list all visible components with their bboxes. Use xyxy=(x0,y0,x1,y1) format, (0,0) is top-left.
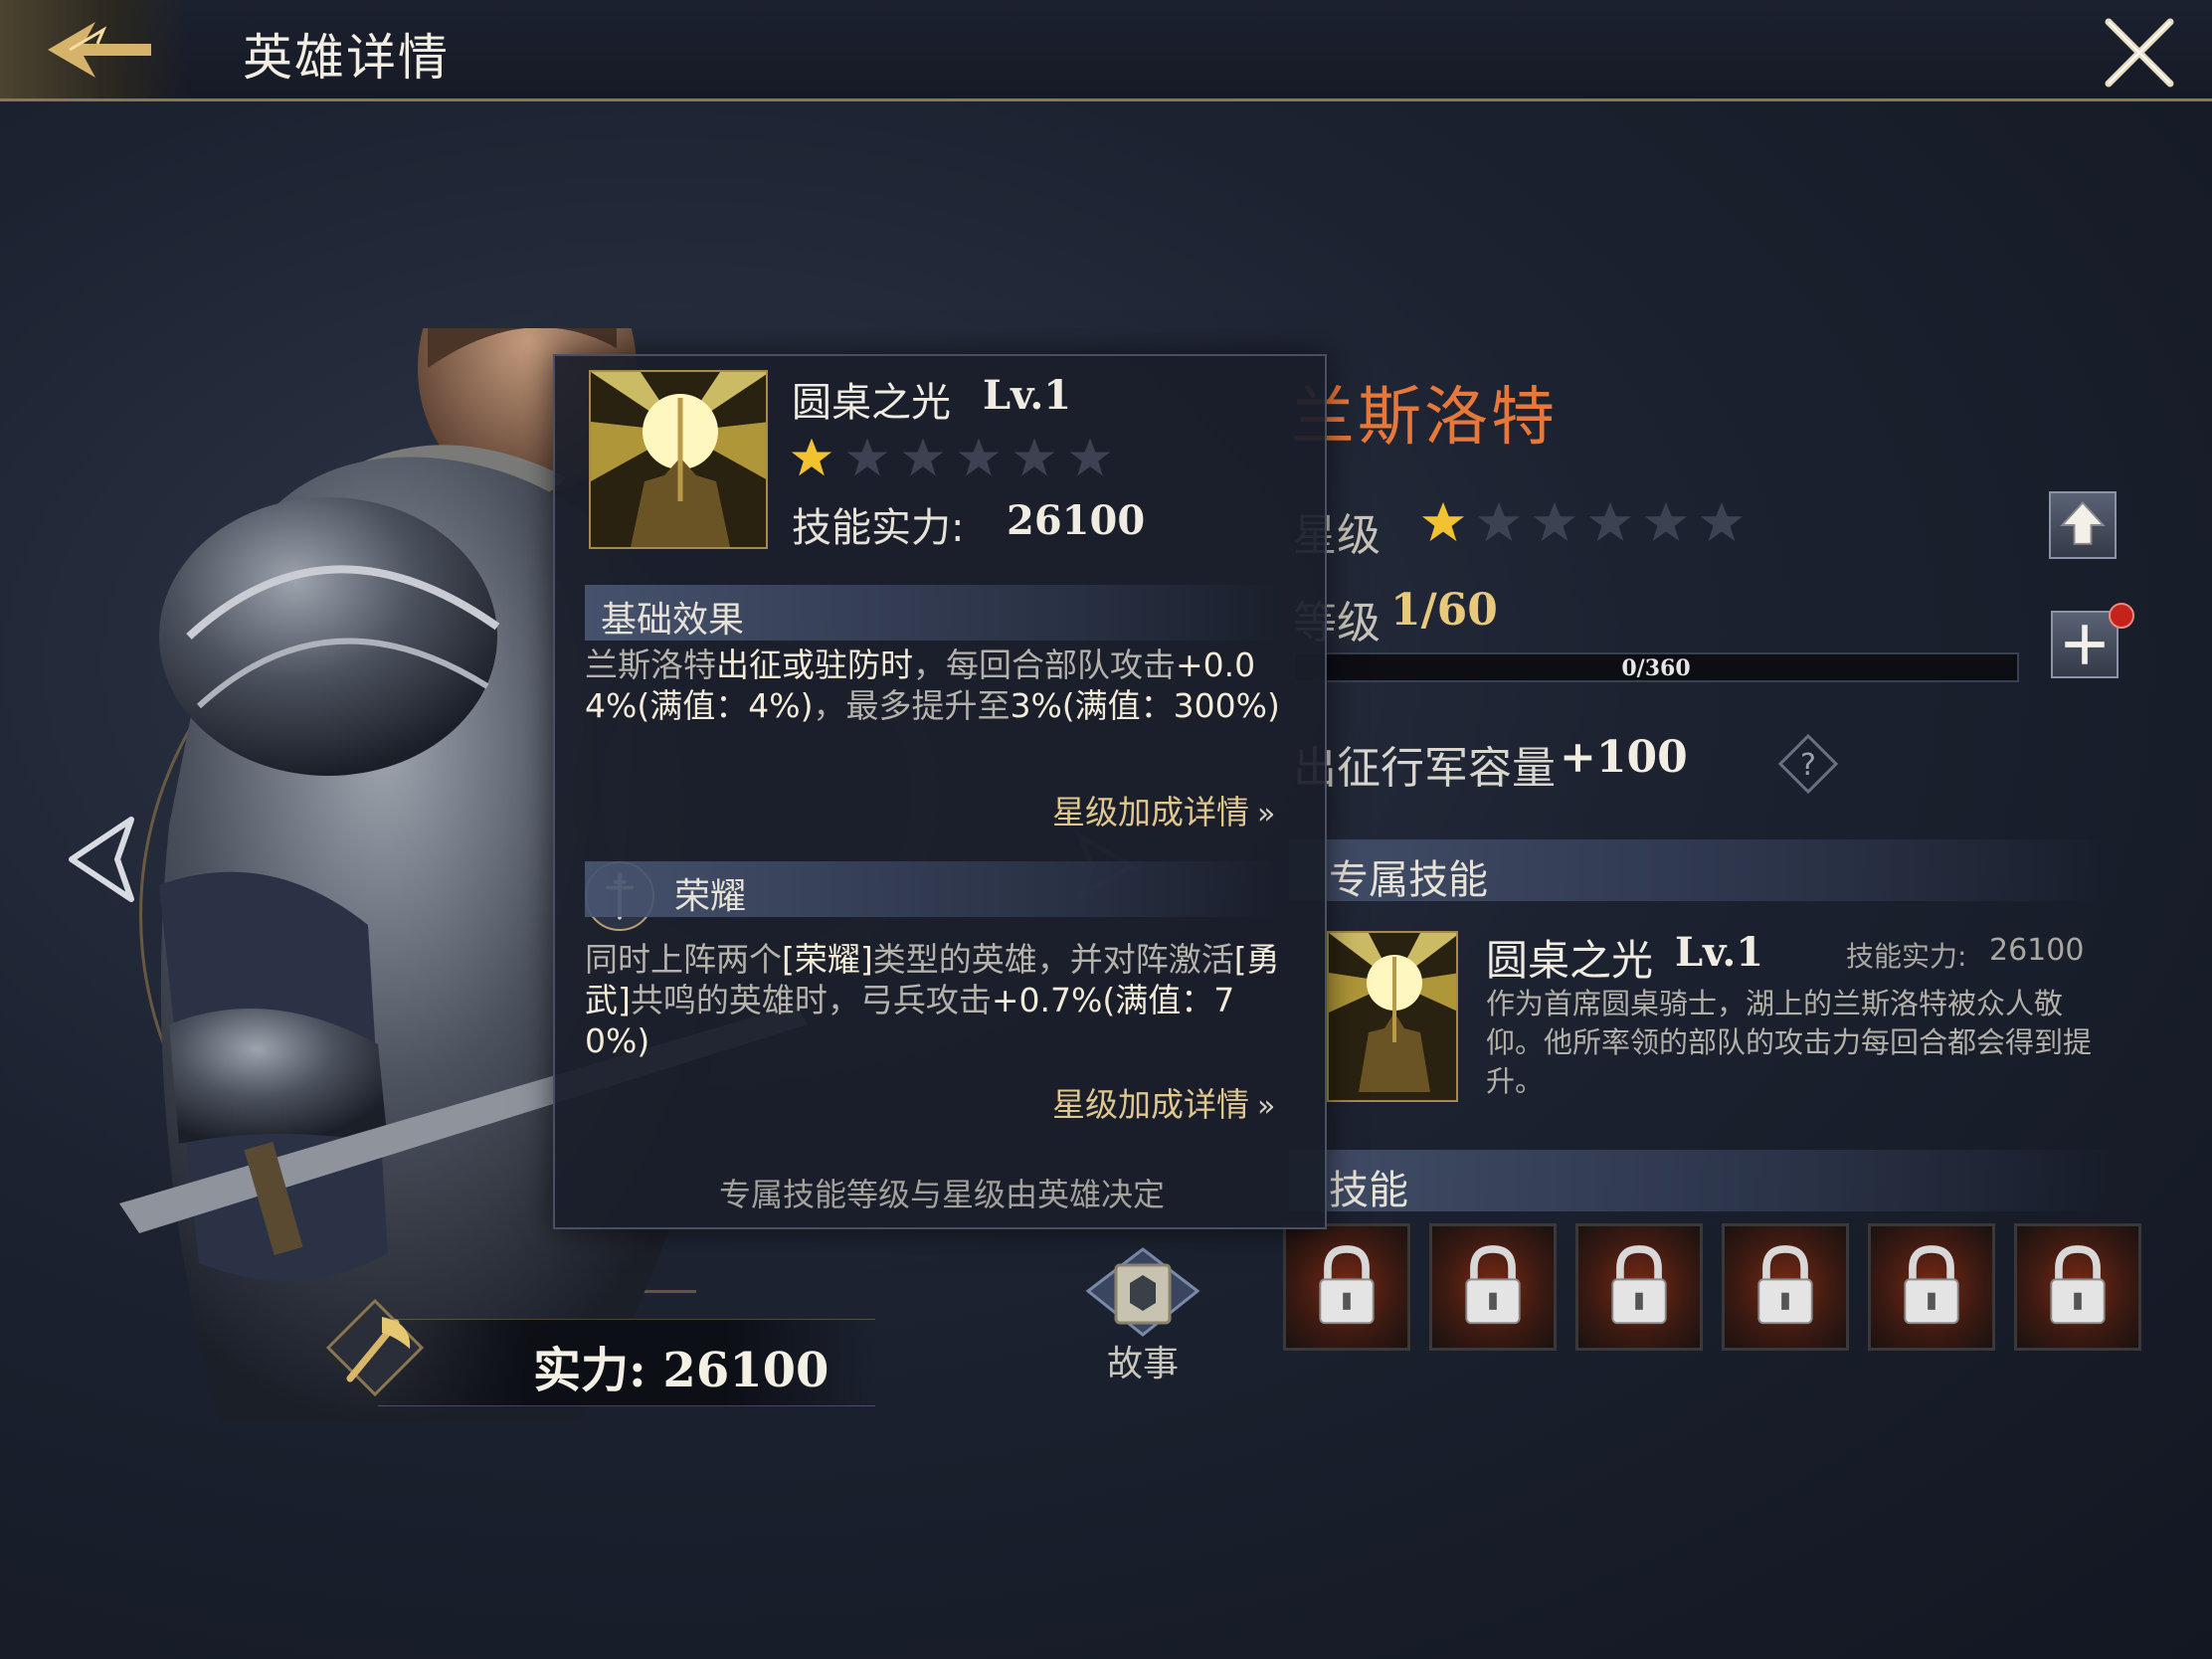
axe-class-icon xyxy=(325,1298,425,1397)
skill-detail-popup: 圆桌之光 Lv.1 技能实力: 26100 基础效果 兰斯洛特出征或驻防时，每回… xyxy=(553,354,1327,1229)
glory-effect-part: 类型的英雄，并对阵激活 xyxy=(872,940,1234,979)
experience-text: 0/360 xyxy=(1621,655,1691,681)
star-bonus-details-link[interactable]: 星级加成详情» xyxy=(1052,1078,1275,1126)
level-up-button[interactable] xyxy=(2051,611,2119,678)
popup-skill-level: Lv.1 xyxy=(983,372,1072,419)
locked-skill-slot[interactable] xyxy=(1429,1223,1557,1351)
glory-header: 荣耀 xyxy=(585,861,1281,917)
base-effect-part: 兰斯洛特 xyxy=(585,645,716,684)
locked-skill-slot[interactable] xyxy=(1283,1223,1410,1351)
glory-effect-part: 同时上阵两个 xyxy=(585,940,782,979)
glory-effect-text: 同时上阵两个[荣耀]类型的英雄，并对阵激活[勇武]共鸣的英雄时，弓兵攻击+0.7… xyxy=(585,939,1293,1061)
locked-skill-slot[interactable] xyxy=(1575,1223,1703,1351)
locked-skill-slot[interactable] xyxy=(1868,1223,1995,1351)
star-empty-icon xyxy=(1014,438,1055,476)
exclusive-skill-name: 圆桌之光 xyxy=(1486,936,1654,985)
top-bar: 英雄详情 xyxy=(0,0,2212,101)
lock-icon xyxy=(1465,1245,1521,1325)
star-empty-icon xyxy=(1588,501,1632,542)
exclusive-skill-title: 专属技能 xyxy=(1329,857,1488,903)
exclusive-skill-description: 作为首席圆桌骑士，湖上的兰斯洛特被众人敬仰。他所率领的部队的攻击力每回合都会得到… xyxy=(1486,987,2093,1098)
double-chevron-right-icon: » xyxy=(1257,797,1276,831)
previous-hero-arrow-icon[interactable] xyxy=(62,812,141,907)
star-empty-icon xyxy=(902,438,944,476)
locked-skill-slot[interactable] xyxy=(2014,1223,2141,1351)
locked-skill-slot[interactable] xyxy=(1722,1223,1849,1351)
star-empty-icon xyxy=(1644,501,1688,542)
lock-icon xyxy=(2050,1245,2106,1325)
exclusive-skill-level: Lv.1 xyxy=(1675,929,1764,976)
hero-power: 实力: 26100 xyxy=(533,1343,830,1398)
popup-skill-name: 圆桌之光 xyxy=(792,380,951,426)
svg-text:?: ? xyxy=(1800,748,1816,783)
popup-skill-star-rating xyxy=(790,436,1124,483)
popup-footer-note: 专属技能等级与星级由英雄决定 xyxy=(718,1176,1165,1213)
page-title: 英雄详情 xyxy=(243,29,450,87)
glory-effect-part: 共鸣的英雄时，弓兵攻击 xyxy=(630,981,992,1019)
skills-title: 技能 xyxy=(1329,1168,1408,1213)
arrow-up-icon xyxy=(2060,501,2106,545)
exclusive-skill-header: 专属技能 xyxy=(1289,839,2115,903)
notification-dot xyxy=(2109,603,2134,629)
base-effect-title: 基础效果 xyxy=(601,600,745,641)
hero-name: 兰斯洛特 xyxy=(1291,381,1558,455)
base-effect-part: ，每回合部队攻击 xyxy=(913,645,1176,684)
experience-bar: 0/360 xyxy=(1293,652,2019,682)
hero-star-rating xyxy=(1420,499,1754,555)
double-chevron-right-icon: » xyxy=(1257,1089,1276,1124)
round-table-light-icon xyxy=(1329,933,1456,1100)
star-bonus-details-label: 星级加成详情 xyxy=(1052,793,1249,831)
march-capacity-value: +100 xyxy=(1560,732,1688,783)
star-empty-icon xyxy=(1700,501,1744,542)
exclusive-skill-icon[interactable] xyxy=(1327,931,1458,1102)
exclusive-skill-power-value: 26100 xyxy=(1989,933,2085,968)
popup-skill-power-value: 26100 xyxy=(1007,497,1146,544)
star-empty-icon xyxy=(846,438,888,476)
story-label: 故事 xyxy=(1106,1344,1179,1384)
popup-skill-power-label: 技能实力: xyxy=(792,505,965,551)
glory-effect-highlight: [荣耀] xyxy=(782,940,873,979)
help-question-icon[interactable]: ? xyxy=(1776,732,1840,796)
base-effect-header: 基础效果 xyxy=(585,585,1281,641)
base-effect-highlight: 出征或驻防时 xyxy=(716,645,913,684)
lock-icon xyxy=(1757,1245,1813,1325)
popup-skill-icon xyxy=(589,370,768,549)
base-effect-part: ，最多提升至 xyxy=(813,686,1011,725)
level-value: 1/60 xyxy=(1390,585,1498,636)
star-empty-icon xyxy=(1533,501,1576,542)
base-effect-text: 兰斯洛特出征或驻防时，每回合部队攻击+0.04%(满值：4%)，最多提升至3%(… xyxy=(585,645,1293,726)
star-bonus-details-link[interactable]: 星级加成详情» xyxy=(1052,786,1275,833)
star-empty-icon xyxy=(1477,501,1521,542)
back-arrow-icon[interactable] xyxy=(40,12,159,88)
plus-icon xyxy=(2065,625,2105,664)
march-capacity-label: 出征行军容量 xyxy=(1293,743,1556,794)
story-book-icon xyxy=(1085,1247,1200,1337)
lock-icon xyxy=(1611,1245,1667,1325)
base-effect-highlight: 3%(满值：300%) xyxy=(1010,686,1280,725)
story-button[interactable]: 故事 xyxy=(1078,1243,1207,1384)
round-table-light-icon xyxy=(591,372,766,547)
star-empty-icon xyxy=(1069,438,1111,476)
star-filled-icon xyxy=(791,438,832,476)
exclusive-skill-power-label: 技能实力: xyxy=(1846,940,1967,973)
glory-title: 荣耀 xyxy=(674,876,747,917)
star-bonus-details-label: 星级加成详情 xyxy=(1052,1085,1249,1124)
star-filled-icon xyxy=(1421,501,1465,542)
close-icon[interactable] xyxy=(2099,12,2180,93)
star-upgrade-button[interactable] xyxy=(2049,491,2117,559)
star-empty-icon xyxy=(958,438,1000,476)
lock-icon xyxy=(1319,1245,1375,1325)
lock-icon xyxy=(1904,1245,1959,1325)
skills-header: 技能 xyxy=(1289,1150,2115,1213)
